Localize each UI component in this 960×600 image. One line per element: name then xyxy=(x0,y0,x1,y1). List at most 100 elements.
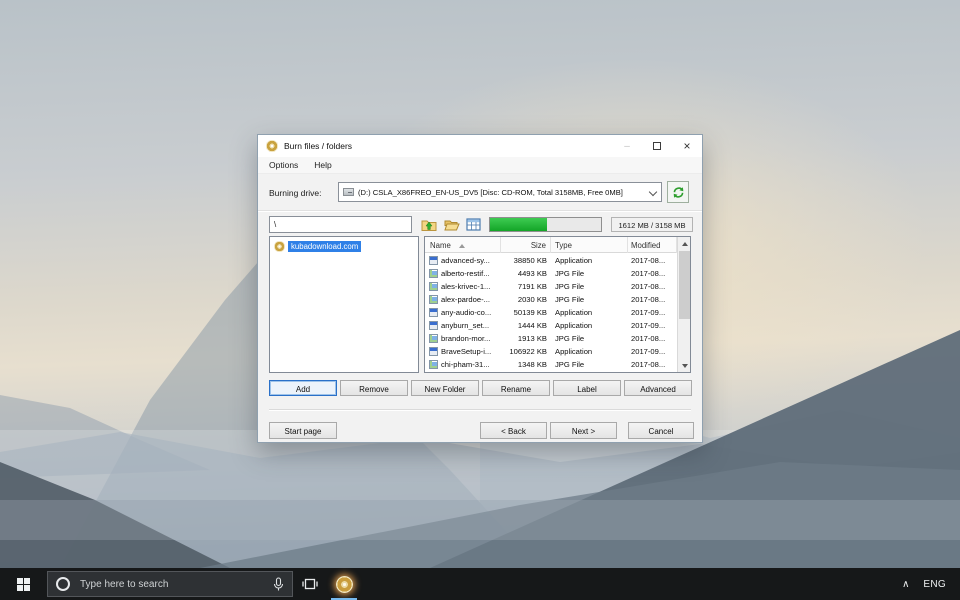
start-page-button[interactable]: Start page xyxy=(269,422,337,439)
application-file-icon xyxy=(429,347,438,356)
scrollbar-thumb[interactable] xyxy=(679,251,690,319)
anyburn-taskbar-button[interactable] xyxy=(327,568,361,600)
file-modified: 2017-08... xyxy=(631,360,676,369)
back-button[interactable]: < Back xyxy=(480,422,547,439)
chevron-down-icon xyxy=(649,188,657,196)
menu-options[interactable]: Options xyxy=(269,160,298,170)
file-list-panel: Name Size Type Modified advanced-sy... 3… xyxy=(424,236,691,373)
path-input[interactable]: \ xyxy=(269,216,412,233)
progress-fill xyxy=(490,218,547,231)
file-size: 2030 KB xyxy=(501,295,547,304)
maximize-button[interactable] xyxy=(642,135,672,157)
task-view-button[interactable] xyxy=(293,568,327,600)
language-indicator[interactable]: ENG xyxy=(923,579,946,590)
add-button[interactable]: Add xyxy=(269,380,337,396)
column-header-type[interactable]: Type xyxy=(551,237,628,253)
file-modified: 2017-09... xyxy=(631,321,676,330)
new-folder-button[interactable]: New Folder xyxy=(411,380,479,396)
next-button[interactable]: Next > xyxy=(550,422,617,439)
open-folder-button[interactable] xyxy=(443,216,460,233)
file-name: any-audio-co... xyxy=(441,308,501,317)
table-row[interactable]: anyburn_set... 1444 KB Application 2017-… xyxy=(425,319,677,332)
rename-button[interactable]: Rename xyxy=(482,380,550,396)
file-modified: 2017-09... xyxy=(631,347,676,356)
scroll-down-button[interactable] xyxy=(678,359,691,372)
tree-root-label: kubadownload.com xyxy=(288,241,361,252)
file-type: JPG File xyxy=(555,334,625,343)
file-size: 106922 KB xyxy=(501,347,547,356)
start-button[interactable] xyxy=(0,568,46,600)
minimize-icon: – xyxy=(624,141,630,152)
file-size: 38850 KB xyxy=(501,256,547,265)
table-row[interactable]: chi-pham-31... 1348 KB JPG File 2017-08.… xyxy=(425,358,677,371)
folder-up-icon xyxy=(421,217,437,232)
table-row[interactable]: any-audio-co... 50139 KB Application 201… xyxy=(425,306,677,319)
column-header-size[interactable]: Size xyxy=(501,237,551,253)
close-button[interactable]: × xyxy=(672,135,702,157)
burn-files-window: Burn files / folders – × Options Help Bu… xyxy=(257,134,703,443)
burning-drive-select[interactable]: (D:) CSLA_X86FREO_EN-US_DV5 [Disc: CD-RO… xyxy=(338,182,662,202)
folder-up-button[interactable] xyxy=(420,216,437,233)
scroll-up-button[interactable] xyxy=(678,237,691,250)
file-modified: 2017-08... xyxy=(631,269,676,278)
file-name: chi-pham-31... xyxy=(441,360,501,369)
title-bar[interactable]: Burn files / folders – × xyxy=(258,135,702,157)
disc-usage-progressbar xyxy=(489,217,602,232)
file-modified: 2017-08... xyxy=(631,295,676,304)
column-header-modified[interactable]: Modified xyxy=(628,237,677,253)
file-type: Application xyxy=(555,256,625,265)
jpg-file-icon xyxy=(429,334,438,343)
arrow-down-icon xyxy=(682,364,688,368)
table-row[interactable]: alberto-restif... 4493 KB JPG File 2017-… xyxy=(425,267,677,280)
file-name: advanced-sy... xyxy=(441,256,501,265)
file-type: JPG File xyxy=(555,295,625,304)
table-row[interactable]: ales-krivec-1... 7191 KB JPG File 2017-0… xyxy=(425,280,677,293)
file-type: Application xyxy=(555,308,625,317)
cortana-icon xyxy=(56,577,70,591)
refresh-icon xyxy=(672,186,685,199)
vertical-scrollbar[interactable] xyxy=(677,237,690,372)
file-size: 1913 KB xyxy=(501,334,547,343)
file-type: JPG File xyxy=(555,269,625,278)
close-icon: × xyxy=(683,139,690,153)
capacity-readout: 1612 MB / 3158 MB xyxy=(611,217,693,232)
remove-button[interactable]: Remove xyxy=(340,380,408,396)
file-name: brandon-mor... xyxy=(441,334,501,343)
menu-help[interactable]: Help xyxy=(314,160,331,170)
refresh-drives-button[interactable] xyxy=(667,181,689,203)
file-name: BraveSetup-i... xyxy=(441,347,501,356)
sort-ascending-icon xyxy=(459,244,465,248)
microphone-icon[interactable] xyxy=(273,577,284,592)
table-row[interactable]: advanced-sy... 38850 KB Application 2017… xyxy=(425,254,677,267)
file-name: ales-krivec-1... xyxy=(441,282,501,291)
taskbar: Type here to search ∧ ENG xyxy=(0,568,960,600)
menu-bar: Options Help xyxy=(258,157,702,174)
list-header: Name Size Type Modified xyxy=(425,237,677,253)
disc-icon xyxy=(274,241,285,252)
tray-chevron-icon[interactable]: ∧ xyxy=(902,579,909,590)
burning-drive-value: (D:) CSLA_X86FREO_EN-US_DV5 [Disc: CD-RO… xyxy=(358,188,647,197)
file-rows: advanced-sy... 38850 KB Application 2017… xyxy=(425,254,677,371)
table-row[interactable]: BraveSetup-i... 106922 KB Application 20… xyxy=(425,345,677,358)
window-title: Burn files / folders xyxy=(284,141,352,151)
minimize-button[interactable]: – xyxy=(612,135,642,157)
search-placeholder: Type here to search xyxy=(80,579,273,590)
task-view-icon xyxy=(302,577,318,591)
taskbar-search[interactable]: Type here to search xyxy=(47,571,293,597)
file-type: Application xyxy=(555,321,625,330)
arrow-up-icon xyxy=(682,242,688,246)
table-row[interactable]: alex-pardoe-... 2030 KB JPG File 2017-08… xyxy=(425,293,677,306)
details-view-button[interactable] xyxy=(465,216,482,233)
file-name: alex-pardoe-... xyxy=(441,295,501,304)
table-row[interactable]: brandon-mor... 1913 KB JPG File 2017-08.… xyxy=(425,332,677,345)
compilation-tree-panel: kubadownload.com xyxy=(269,236,419,373)
label-button[interactable]: Label xyxy=(553,380,621,396)
column-header-name[interactable]: Name xyxy=(425,237,501,253)
windows-logo-icon xyxy=(17,578,30,591)
cancel-button[interactable]: Cancel xyxy=(628,422,694,439)
advanced-button[interactable]: Advanced xyxy=(624,380,692,396)
tree-root-item[interactable]: kubadownload.com xyxy=(274,241,361,252)
file-type: JPG File xyxy=(555,360,625,369)
jpg-file-icon xyxy=(429,295,438,304)
application-file-icon xyxy=(429,308,438,317)
